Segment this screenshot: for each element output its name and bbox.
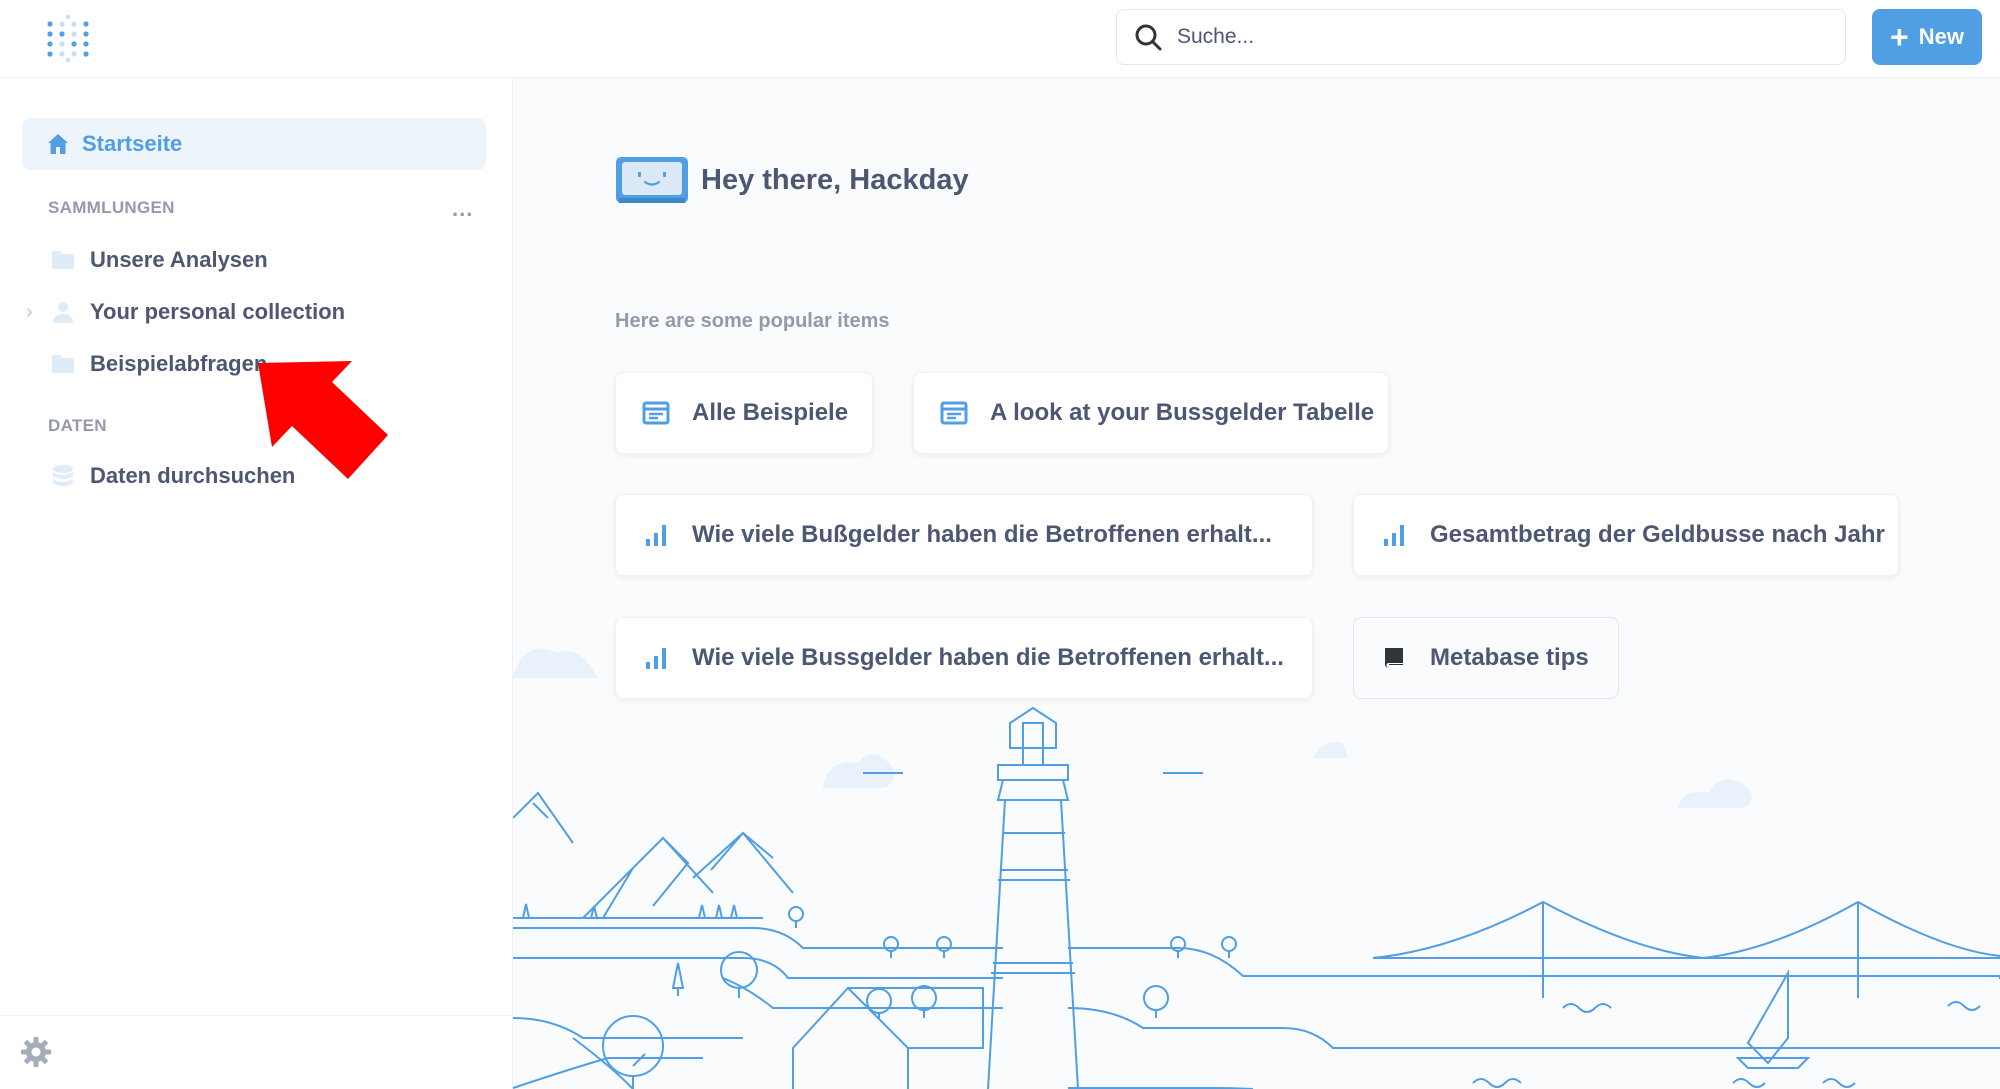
metabase-logo-icon[interactable] xyxy=(44,14,92,62)
sidebar: Startseite SAMMLUNGEN ... Unsere Analyse… xyxy=(0,78,513,1089)
popular-item-metabase-tips[interactable]: Metabase tips xyxy=(1353,617,1619,699)
sidebar-item-unsere-analysen[interactable]: Unsere Analysen xyxy=(0,238,513,282)
popular-item-bussgelder-tabelle[interactable]: A look at your Bussgelder Tabelle xyxy=(913,372,1389,454)
sidebar-item-home[interactable]: Startseite xyxy=(22,118,486,170)
sidebar-item-label: Beispielabfragen xyxy=(90,351,268,376)
landscape-illustration xyxy=(513,648,2000,1089)
popular-item-label: Metabase tips xyxy=(1430,644,1589,671)
search-icon xyxy=(1135,24,1162,51)
new-button-label: New xyxy=(1918,24,1964,49)
red-arrow-annotation xyxy=(258,361,388,479)
bar-chart-icon xyxy=(1384,525,1404,546)
popular-items-heading: Here are some popular items xyxy=(615,310,890,332)
database-icon xyxy=(53,465,73,486)
folder-icon xyxy=(52,355,74,373)
home-icon xyxy=(48,134,68,154)
chevron-right-icon[interactable]: › xyxy=(26,301,50,324)
collections-more-button[interactable]: ... xyxy=(452,196,473,222)
search-placeholder: Suche... xyxy=(1177,25,1255,48)
sidebar-item-personal-collection[interactable]: › Your personal collection xyxy=(0,290,513,334)
search-input[interactable]: Suche... xyxy=(1116,9,1846,65)
sidebar-footer xyxy=(0,1015,513,1089)
top-bar: Suche... + New xyxy=(0,0,2000,78)
collections-heading: SAMMLUNGEN xyxy=(48,198,175,217)
popular-item-label: Gesamtbetrag der Geldbusse nach Jahr xyxy=(1430,521,1885,548)
data-heading: DATEN xyxy=(48,416,107,435)
new-button[interactable]: + New xyxy=(1872,9,1982,65)
person-icon xyxy=(53,302,73,323)
bar-chart-icon xyxy=(646,525,666,546)
popular-item-bussgelder-erhalten-1[interactable]: Wie viele Bußgelder haben die Betroffene… xyxy=(615,494,1313,576)
popular-item-label: Alle Beispiele xyxy=(692,399,849,426)
popular-item-label: Wie viele Bussgelder haben die Betroffen… xyxy=(692,644,1284,671)
table-icon xyxy=(940,401,968,425)
popular-item-alle-beispiele[interactable]: Alle Beispiele xyxy=(615,372,873,454)
table-icon xyxy=(642,401,670,425)
sidebar-item-label: Unsere Analysen xyxy=(90,247,268,272)
popular-item-gesamtbetrag[interactable]: Gesamtbetrag der Geldbusse nach Jahr xyxy=(1353,494,1899,576)
popular-item-label: Wie viele Bußgelder haben die Betroffene… xyxy=(692,521,1272,548)
bar-chart-icon xyxy=(646,648,666,669)
popular-item-bussgelder-erhalten-2[interactable]: Wie viele Bussgelder haben die Betroffen… xyxy=(615,617,1313,699)
book-icon xyxy=(1385,648,1403,668)
folder-icon xyxy=(52,251,74,269)
smiley-monitor-icon xyxy=(616,157,688,203)
greeting-title: Hey there, Hackday xyxy=(701,164,969,196)
popular-item-label: A look at your Bussgelder Tabelle xyxy=(990,399,1375,426)
plus-icon: + xyxy=(1890,19,1909,55)
sidebar-item-label: Your personal collection xyxy=(90,299,346,324)
sidebar-item-label: Startseite xyxy=(82,131,183,156)
main-content: Hey there, Hackday Here are some popular… xyxy=(513,78,2000,1089)
gear-icon[interactable] xyxy=(20,1036,52,1068)
